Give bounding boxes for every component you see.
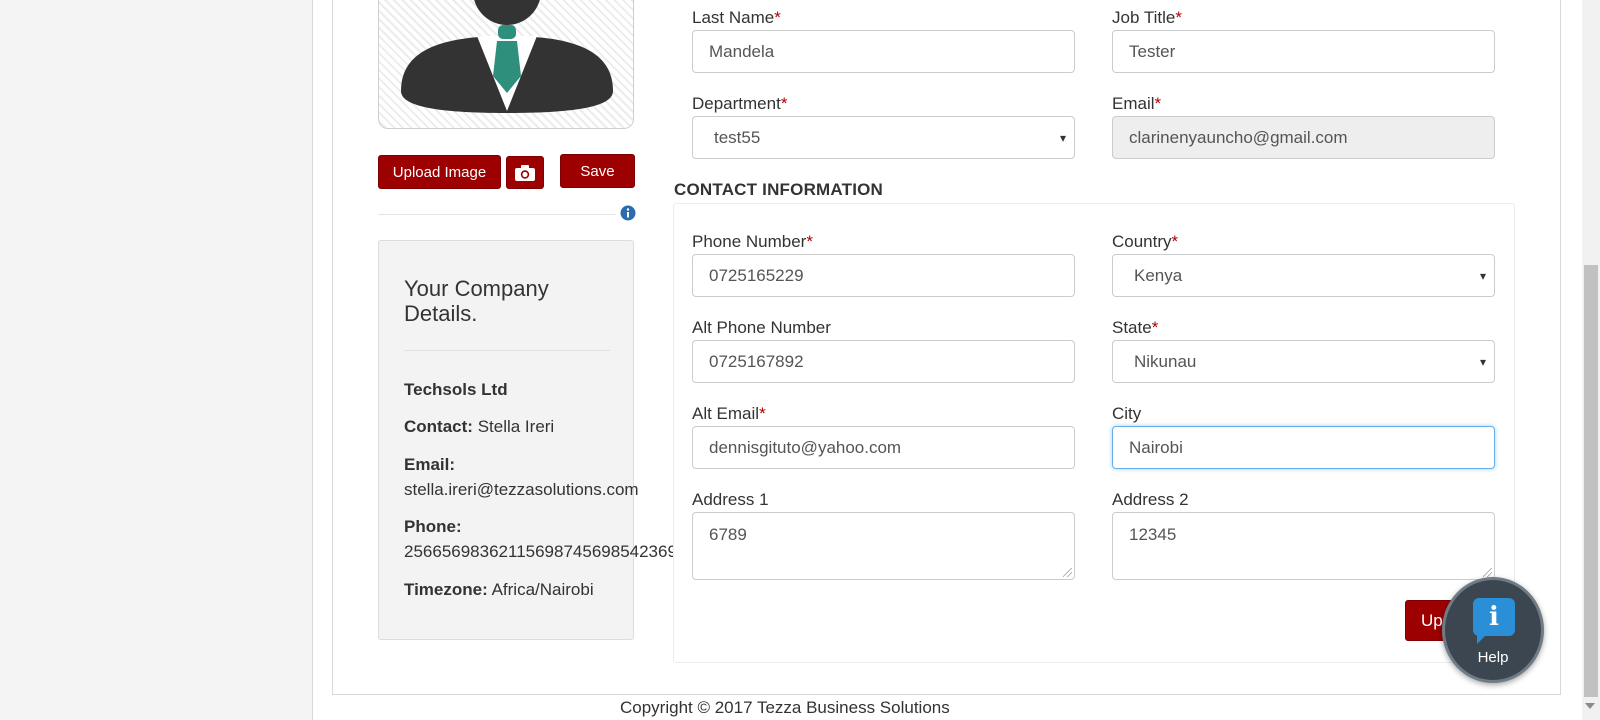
email-input-readonly: clarinenyauncho@gmail.com bbox=[1112, 116, 1495, 159]
city-label: City bbox=[1112, 404, 1142, 423]
company-email-value: stella.ireri@tezzasolutions.com bbox=[404, 480, 639, 499]
alt-email-label: Alt Email* bbox=[692, 404, 766, 423]
scroll-down-icon[interactable] bbox=[1585, 703, 1595, 709]
camera-icon bbox=[515, 164, 535, 181]
save-label: Save bbox=[580, 162, 615, 180]
address1-label: Address 1 bbox=[692, 490, 769, 509]
city-input[interactable]: Nairobi bbox=[1112, 426, 1495, 469]
contact-information-heading: CONTACT INFORMATION bbox=[674, 180, 884, 199]
department-label: Department* bbox=[692, 94, 788, 113]
contact-label: Contact: bbox=[404, 417, 473, 436]
save-button[interactable]: Save bbox=[560, 154, 635, 188]
company-details-title: Your Company Details. bbox=[404, 276, 549, 326]
company-timezone: Timezone: Africa/Nairobi bbox=[404, 580, 594, 600]
profile-avatar bbox=[378, 0, 634, 129]
upload-image-button[interactable]: Upload Image bbox=[378, 155, 501, 189]
company-phone-label: Phone: bbox=[404, 517, 462, 536]
company-name: Techsols Ltd bbox=[404, 380, 508, 399]
chevron-down-icon: ▾ bbox=[1059, 131, 1066, 145]
address1-textarea[interactable]: 6789 bbox=[692, 512, 1075, 580]
footer-copyright: Copyright © 2017 Tezza Business Solution… bbox=[620, 698, 950, 717]
alt-phone-label: Alt Phone Number bbox=[692, 318, 831, 337]
company-email-label: Email: bbox=[404, 455, 456, 474]
resize-grip-icon[interactable] bbox=[1483, 568, 1492, 577]
timezone-label: Timezone: bbox=[404, 580, 488, 599]
chevron-down-icon: ▾ bbox=[1479, 355, 1486, 369]
company-divider bbox=[404, 350, 610, 351]
info-icon[interactable] bbox=[620, 205, 636, 221]
camera-button[interactable] bbox=[506, 156, 544, 189]
upload-image-label: Upload Image bbox=[392, 163, 487, 181]
address2-textarea[interactable]: 12345 bbox=[1112, 512, 1495, 580]
company-phone-value: 25665698362115698745698542369 bbox=[404, 542, 674, 561]
department-select[interactable]: test55 ▾ bbox=[692, 116, 1075, 159]
help-button[interactable]: i Help bbox=[1442, 577, 1544, 683]
last-name-input[interactable]: Mandela bbox=[692, 30, 1075, 73]
alt-email-input[interactable]: dennisgituto@yahoo.com bbox=[692, 426, 1075, 469]
last-name-label: Last Name* bbox=[692, 8, 781, 27]
scrollbar-thumb[interactable] bbox=[1584, 265, 1598, 697]
state-select[interactable]: Nikunau ▾ bbox=[1112, 340, 1495, 383]
help-info-icon: i bbox=[1473, 598, 1515, 644]
job-title-input[interactable]: Tester bbox=[1112, 30, 1495, 73]
left-gutter bbox=[0, 0, 313, 720]
country-select[interactable]: Kenya ▾ bbox=[1112, 254, 1495, 297]
address2-label: Address 2 bbox=[1112, 490, 1189, 509]
contact-value: Stella Ireri bbox=[477, 417, 555, 436]
avatar-silhouette-icon bbox=[401, 0, 613, 113]
alt-phone-input[interactable]: 0725167892 bbox=[692, 340, 1075, 383]
phone-input[interactable]: 0725165229 bbox=[692, 254, 1075, 297]
timezone-value: Africa/Nairobi bbox=[491, 580, 594, 599]
company-contact: Contact: Stella Ireri bbox=[404, 417, 554, 437]
resize-grip-icon[interactable] bbox=[1063, 568, 1072, 577]
help-label: Help bbox=[1477, 649, 1509, 666]
job-title-label: Job Title* bbox=[1112, 8, 1182, 27]
country-label: Country* bbox=[1112, 232, 1179, 251]
phone-label: Phone Number* bbox=[692, 232, 813, 251]
state-label: State* bbox=[1112, 318, 1159, 337]
avatar-divider bbox=[378, 214, 616, 215]
email-label: Email* bbox=[1112, 94, 1162, 113]
chevron-down-icon: ▾ bbox=[1479, 269, 1486, 283]
